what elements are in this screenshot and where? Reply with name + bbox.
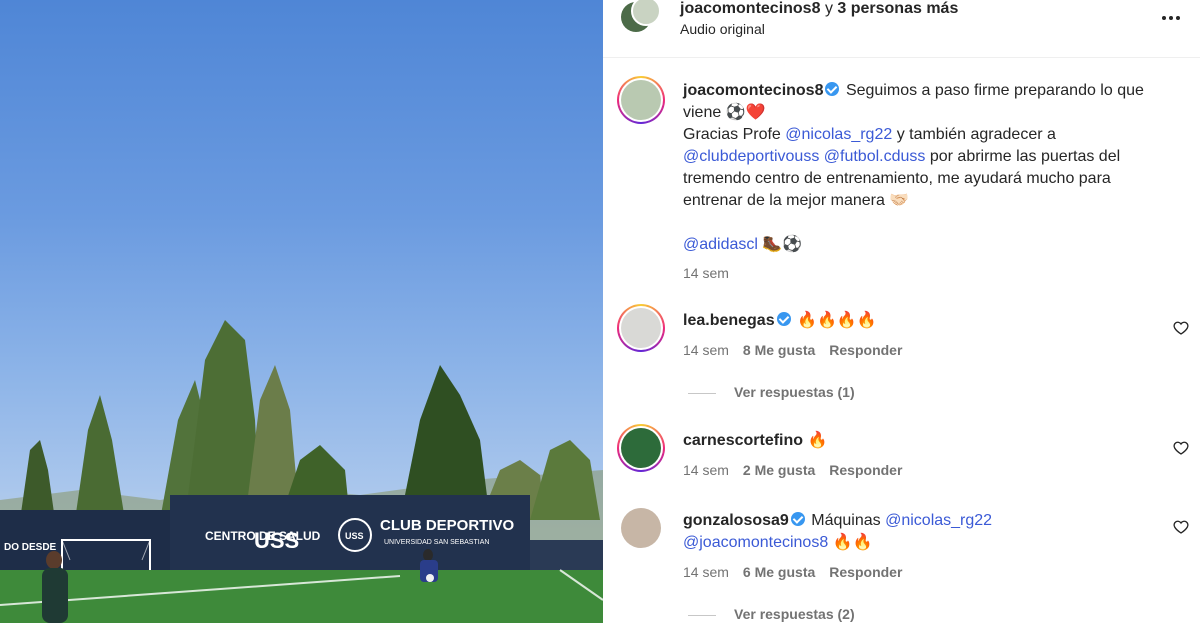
- reply-button[interactable]: Responder: [829, 342, 902, 358]
- header-usernames: joacomontecinos8 y 3 personas más: [680, 0, 958, 18]
- comment-username[interactable]: carnescortefino: [683, 432, 803, 449]
- caption-text-2: Gracias Profe: [683, 126, 781, 143]
- comment-username[interactable]: lea.benegas: [683, 312, 775, 329]
- comment-1: lea.benegas 🔥🔥🔥🔥: [683, 310, 1153, 332]
- header-connector: y: [824, 0, 833, 17]
- caption-avatar[interactable]: [617, 76, 665, 124]
- header-username-link[interactable]: joacomontecinos8: [680, 0, 820, 17]
- view-replies-button[interactable]: Ver respuestas (1): [688, 384, 855, 400]
- comment-meta: 14 sem 8 Me gusta Responder: [683, 342, 902, 358]
- comment-likes[interactable]: 6 Me gusta: [743, 564, 815, 580]
- header-others-link[interactable]: 3 personas más: [837, 0, 958, 17]
- comment-avatar[interactable]: [621, 508, 661, 548]
- caption-mention-4[interactable]: @adidascl: [683, 236, 758, 253]
- like-heart-icon[interactable]: [1173, 320, 1189, 336]
- avatar-image-2: [631, 0, 661, 26]
- comment-3: gonzalososa9 Máquinas @nicolas_rg22 @joa…: [683, 510, 1153, 554]
- banner-club-sub-text: UNIVERSIDAD SAN SEBASTIAN: [384, 539, 489, 546]
- comment-mention-2[interactable]: @joacomontecinos8: [683, 534, 828, 551]
- caption-mention-1[interactable]: @nicolas_rg22: [785, 126, 892, 143]
- banner-club-text: CLUB DEPORTIVO: [380, 517, 515, 534]
- view-replies-button[interactable]: Ver respuestas (2): [688, 606, 855, 622]
- caption-username[interactable]: joacomontecinos8: [683, 82, 823, 99]
- caption-text-3: y también agradecer a: [896, 126, 1056, 143]
- comment-text: 🔥🔥🔥🔥: [797, 312, 877, 329]
- training-field-illustration: DO DESDE CENTRO DE SALUD USS USS CLUB DE…: [0, 320, 603, 623]
- verified-badge-icon: [790, 512, 805, 526]
- post-media-image[interactable]: DO DESDE CENTRO DE SALUD USS USS CLUB DE…: [0, 0, 603, 623]
- verified-badge-icon: [776, 312, 791, 326]
- verified-badge-icon: [825, 82, 840, 96]
- comment-2: carnescortefino 🔥: [683, 430, 1153, 452]
- comment-likes[interactable]: 2 Me gusta: [743, 462, 815, 478]
- comment-avatar-image: [621, 428, 661, 468]
- caption-avatar-image: [621, 80, 661, 120]
- comment-avatar-image: [621, 308, 661, 348]
- comment-time[interactable]: 14 sem: [683, 342, 729, 358]
- post-header: joacomontecinos8 y 3 personas más Audio …: [603, 0, 1200, 58]
- comment-text-tail: 🔥🔥: [832, 534, 873, 551]
- like-heart-icon[interactable]: [1173, 440, 1189, 456]
- view-replies-label: Ver respuestas (1): [734, 384, 855, 400]
- replies-line: [688, 392, 716, 394]
- comment-text: 🔥: [807, 432, 828, 449]
- caption-mention-2[interactable]: @clubdeportivouss: [683, 148, 819, 165]
- caption-emoji-tail: 🥾⚽: [762, 236, 803, 253]
- reply-button[interactable]: Responder: [829, 462, 902, 478]
- header-avatar[interactable]: [619, 0, 663, 44]
- view-replies-label: Ver respuestas (2): [734, 606, 855, 622]
- caption-time[interactable]: 14 sem: [683, 262, 729, 284]
- comment-avatar[interactable]: [617, 304, 665, 352]
- comment-username[interactable]: gonzalososa9: [683, 512, 789, 529]
- header-audio-label[interactable]: Audio original: [680, 21, 765, 37]
- comment-avatar[interactable]: [617, 424, 665, 472]
- comment-time[interactable]: 14 sem: [683, 564, 729, 580]
- banner-uss-text: USS: [254, 528, 299, 553]
- svg-text:USS: USS: [345, 531, 364, 541]
- comment-mention-1[interactable]: @nicolas_rg22: [885, 512, 992, 529]
- more-options-icon[interactable]: [1159, 6, 1183, 30]
- caption-mention-3[interactable]: @futbol.cduss: [824, 148, 926, 165]
- comment-likes[interactable]: 8 Me gusta: [743, 342, 815, 358]
- banner-left-text: DO DESDE: [4, 542, 57, 553]
- comment-meta: 14 sem 2 Me gusta Responder: [683, 462, 902, 478]
- comment-meta: 14 sem 6 Me gusta Responder: [683, 564, 902, 580]
- reply-button[interactable]: Responder: [829, 564, 902, 580]
- caption-text: joacomontecinos8 Seguimos a paso firme p…: [683, 80, 1173, 285]
- replies-line: [688, 614, 716, 616]
- like-heart-icon[interactable]: [1173, 519, 1189, 535]
- comment-text: Máquinas: [811, 512, 881, 529]
- post-details-panel: joacomontecinos8 y 3 personas más Audio …: [603, 0, 1200, 623]
- comment-time[interactable]: 14 sem: [683, 462, 729, 478]
